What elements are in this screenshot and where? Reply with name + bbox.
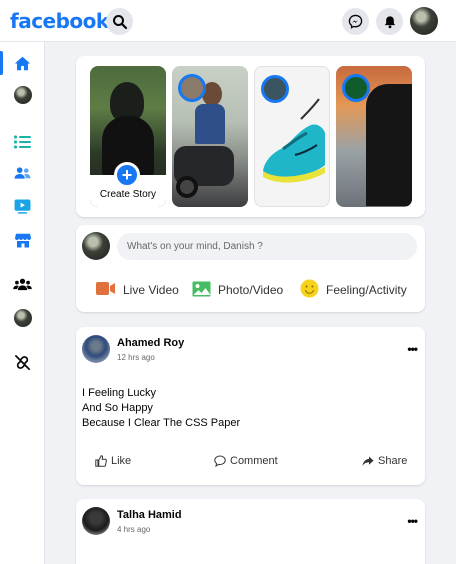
notifications-button[interactable] xyxy=(376,8,403,35)
search-button[interactable] xyxy=(106,8,133,35)
post-more-options-button[interactable]: ••• xyxy=(407,342,418,356)
facebook-logo[interactable]: facebook xyxy=(10,9,109,33)
unlink-icon xyxy=(15,354,30,370)
photo-video-label: Photo/Video xyxy=(218,283,284,297)
story-person-figure xyxy=(195,104,225,144)
post-text-line: I Feeling Lucky xyxy=(82,387,156,399)
sidebar-item-home[interactable] xyxy=(0,49,45,77)
share-label: Share xyxy=(378,455,408,467)
comment-label: Comment xyxy=(230,455,278,467)
sidebar-item-profile[interactable] xyxy=(0,81,45,109)
story-motorbike-wheel xyxy=(176,176,198,198)
sidebar-item-friends[interactable] xyxy=(0,159,45,187)
post-composer-card: What's on your mind, Danish ? Live Video… xyxy=(76,225,425,312)
photo-video-button[interactable]: Photo/Video xyxy=(192,280,283,300)
story-card-2[interactable] xyxy=(254,66,330,207)
profile-avatar[interactable] xyxy=(82,232,110,260)
bell-icon xyxy=(384,15,395,28)
post-author-name[interactable]: Talha Hamid xyxy=(117,509,182,521)
post-card: Talha Hamid 4 hrs ago ••• xyxy=(76,499,425,564)
post-text-line: And So Happy xyxy=(82,402,153,414)
video-camera-icon xyxy=(96,281,116,299)
friends-icon xyxy=(14,167,31,179)
create-story-label: Create Story xyxy=(99,189,157,200)
home-icon xyxy=(14,56,31,70)
story-card-3[interactable] xyxy=(336,66,412,207)
story-person-figure xyxy=(366,84,412,206)
post-author-name[interactable]: Ahamed Roy xyxy=(117,337,184,349)
post-author-avatar[interactable] xyxy=(82,507,110,535)
smiley-icon xyxy=(300,279,319,301)
sidebar-item-marketplace[interactable] xyxy=(0,226,45,254)
profile-avatar xyxy=(13,86,32,104)
top-navigation-bar: facebook xyxy=(0,0,456,42)
story-avatar-ring xyxy=(261,75,289,103)
sidebar-item-profile-2[interactable] xyxy=(0,304,45,332)
share-icon xyxy=(362,456,374,467)
post-action-bar: Like Comment Share xyxy=(76,455,425,475)
live-video-label: Live Video xyxy=(123,283,179,297)
post-card: Ahamed Roy 12 hrs ago ••• I Feeling Luck… xyxy=(76,327,425,485)
profile-avatar xyxy=(13,309,32,327)
post-timestamp[interactable]: 12 hrs ago xyxy=(117,353,155,362)
comment-button[interactable]: Comment xyxy=(214,455,278,467)
create-story-card[interactable]: + Create Story xyxy=(90,66,166,207)
sidebar-item-unlink[interactable] xyxy=(0,348,45,376)
groups-icon xyxy=(13,278,32,290)
thumbs-up-icon xyxy=(95,455,107,467)
marketplace-icon xyxy=(14,233,31,247)
profile-avatar[interactable] xyxy=(410,7,438,35)
feeling-activity-button[interactable]: Feeling/Activity xyxy=(300,279,407,301)
whats-on-your-mind-input[interactable]: What's on your mind, Danish ? xyxy=(117,233,417,260)
sidebar-item-watch[interactable] xyxy=(0,192,45,220)
list-icon xyxy=(14,135,31,149)
share-button[interactable]: Share xyxy=(362,455,407,467)
post-timestamp[interactable]: 4 hrs ago xyxy=(117,525,150,534)
photo-icon xyxy=(192,281,211,300)
search-icon xyxy=(112,14,127,29)
like-button[interactable]: Like xyxy=(95,455,131,467)
like-label: Like xyxy=(111,455,132,467)
live-video-button[interactable]: Live Video xyxy=(96,280,179,300)
sidebar-item-feed-list[interactable] xyxy=(0,128,45,156)
feeling-activity-label: Feeling/Activity xyxy=(326,283,407,297)
messenger-button[interactable] xyxy=(342,8,369,35)
add-story-button[interactable]: + xyxy=(114,162,140,188)
post-body: I Feeling Lucky And So Happy Because I C… xyxy=(82,386,240,431)
story-avatar-ring xyxy=(178,74,206,102)
sidebar-item-groups[interactable] xyxy=(0,270,45,298)
story-avatar-ring xyxy=(342,74,370,102)
create-story-footer: + Create Story xyxy=(90,162,166,207)
post-more-options-button[interactable]: ••• xyxy=(407,514,418,528)
story-card-1[interactable] xyxy=(172,66,248,207)
comment-icon xyxy=(214,455,226,467)
watch-icon xyxy=(14,198,31,214)
stories-card: + Create Story xyxy=(76,56,425,217)
left-sidebar xyxy=(0,42,45,564)
post-text-line: Because I Clear The CSS Paper xyxy=(82,417,241,429)
messenger-icon xyxy=(348,14,363,29)
post-author-avatar[interactable] xyxy=(82,335,110,363)
